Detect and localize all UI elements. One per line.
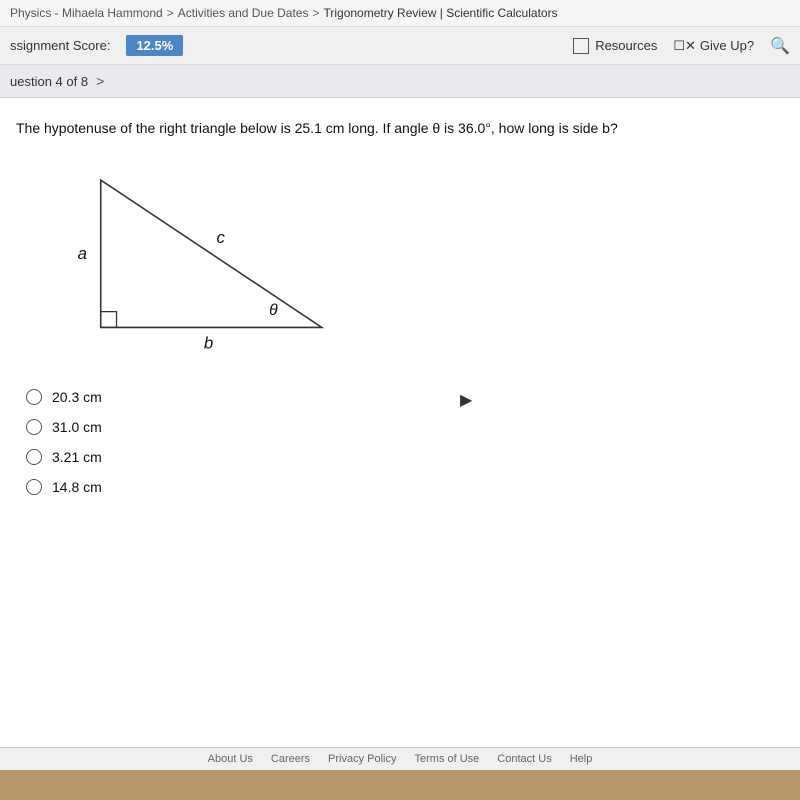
resources-button[interactable]: Resources bbox=[573, 38, 657, 54]
breadcrumb-sep1: > bbox=[167, 6, 174, 20]
top-bar: ssignment Score: 12.5% Resources ☐✕ Give… bbox=[0, 27, 800, 65]
svg-text:b: b bbox=[204, 333, 213, 352]
radio-c[interactable] bbox=[26, 449, 42, 465]
svg-text:c: c bbox=[217, 228, 226, 247]
svg-text:a: a bbox=[78, 244, 87, 263]
choice-c[interactable]: 3.21 cm bbox=[26, 449, 784, 465]
footer-help[interactable]: Help bbox=[570, 753, 593, 765]
footer-terms[interactable]: Terms of Use bbox=[415, 753, 480, 765]
chevron-right-icon[interactable]: > bbox=[96, 73, 104, 89]
choice-d[interactable]: 14.8 cm bbox=[26, 479, 784, 495]
footer-about[interactable]: About Us bbox=[208, 753, 253, 765]
give-up-button[interactable]: ☐✕ Give Up? bbox=[673, 38, 754, 54]
breadcrumb-part2[interactable]: Activities and Due Dates bbox=[178, 6, 309, 20]
question-nav-label: uestion 4 of 8 bbox=[10, 74, 88, 89]
footer-careers[interactable]: Careers bbox=[271, 753, 310, 765]
choice-b-text: 31.0 cm bbox=[52, 419, 102, 435]
svg-text:θ: θ bbox=[269, 302, 278, 319]
footer: About Us Careers Privacy Policy Terms of… bbox=[0, 747, 800, 770]
breadcrumb-part1[interactable]: Physics - Mihaela Hammond bbox=[10, 6, 163, 20]
table-surface bbox=[0, 770, 800, 800]
choice-b[interactable]: 31.0 cm bbox=[26, 419, 784, 435]
radio-b[interactable] bbox=[26, 419, 42, 435]
choice-c-text: 3.21 cm bbox=[52, 449, 102, 465]
give-up-icon: ☐✕ bbox=[673, 38, 696, 54]
breadcrumb-sep2: > bbox=[312, 6, 319, 20]
resources-icon bbox=[573, 38, 589, 54]
content-area: The hypotenuse of the right triangle bel… bbox=[0, 98, 800, 658]
choice-a-text: 20.3 cm bbox=[52, 389, 102, 405]
score-badge: 12.5% bbox=[126, 35, 183, 56]
footer-contact[interactable]: Contact Us bbox=[497, 753, 551, 765]
breadcrumb: Physics - Mihaela Hammond > Activities a… bbox=[0, 0, 800, 27]
answer-choices: 20.3 cm 31.0 cm 3.21 cm 14.8 cm bbox=[16, 389, 784, 495]
search-icon[interactable]: 🔍 bbox=[770, 36, 790, 56]
give-up-label: Give Up? bbox=[700, 38, 754, 53]
question-text: The hypotenuse of the right triangle bel… bbox=[16, 118, 784, 139]
breadcrumb-part3: Trigonometry Review | Scientific Calcula… bbox=[323, 6, 557, 20]
triangle-diagram: a b c θ bbox=[46, 159, 366, 359]
question-nav-bar: uestion 4 of 8 > bbox=[0, 65, 800, 98]
resources-label: Resources bbox=[595, 38, 657, 53]
radio-a[interactable] bbox=[26, 389, 42, 405]
choice-d-text: 14.8 cm bbox=[52, 479, 102, 495]
footer-privacy[interactable]: Privacy Policy bbox=[328, 753, 396, 765]
radio-d[interactable] bbox=[26, 479, 42, 495]
assignment-score-label: ssignment Score: bbox=[10, 38, 110, 53]
choice-a[interactable]: 20.3 cm bbox=[26, 389, 784, 405]
